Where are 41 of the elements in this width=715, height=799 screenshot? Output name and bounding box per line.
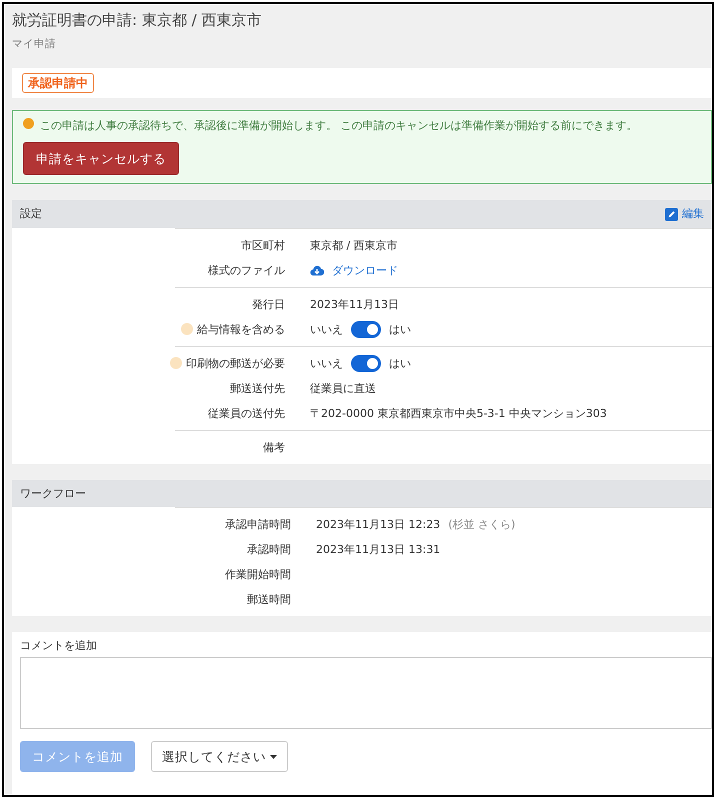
section-title: 設定	[20, 206, 42, 222]
field-value: 2023年11月13日	[310, 296, 399, 312]
toggle-on-label: はい	[389, 322, 411, 337]
toggle-switch[interactable]	[351, 320, 381, 338]
field-label: 印刷物の郵送が必要	[186, 356, 285, 371]
cancel-button[interactable]: 申請をキャンセルする	[23, 142, 179, 176]
field-label: 市区町村	[241, 238, 285, 253]
user-name: (杉並 さくら)	[448, 516, 516, 532]
field-value: 2023年11月13日 13:31	[316, 542, 440, 558]
field-label: 給与情報を含める	[197, 322, 285, 337]
field-value: 東京都 / 西東京市	[310, 238, 398, 253]
field-label: 郵送時間	[247, 592, 291, 608]
select-dropdown[interactable]: 選択してください	[151, 740, 288, 772]
page-title: 就労証明書の申請: 東京都 / 西東京市	[11, 10, 262, 31]
field-label: 郵送送付先	[230, 380, 285, 396]
toggle-switch[interactable]	[351, 354, 381, 372]
cloud-download-icon	[310, 264, 324, 276]
field-label: 備考	[263, 440, 285, 455]
field-label: 従業員の送付先	[208, 406, 285, 421]
section-title: ワークフロー	[20, 486, 86, 502]
toggle-off-label: いいえ	[310, 322, 343, 337]
caret-icon	[270, 754, 277, 759]
field-label: 発行日	[252, 296, 285, 312]
download-link[interactable]: ダウンロード	[310, 262, 398, 278]
alert-message: この申請は人事の承認待ちで、承認後に準備が開始します。 この申請のキャンセルは準備作業が開始する前にできます。	[40, 118, 638, 134]
toggle-on-label: はい	[389, 356, 411, 371]
breadcrumb-link[interactable]: マイ申請	[4, 31, 712, 60]
field-label: 作業開始時間	[225, 566, 291, 582]
comment-field[interactable]	[20, 656, 712, 729]
status-badge: 承認申請中	[22, 72, 94, 94]
info-icon	[23, 118, 34, 130]
comment-label: コメントを追加	[20, 638, 98, 654]
field-label: 様式のファイル	[208, 262, 285, 278]
toggle-off-label: いいえ	[310, 356, 343, 371]
field-value: 従業員に直送	[310, 380, 376, 396]
field-label: 承認時間	[247, 542, 291, 558]
edit-link[interactable]: 編集	[665, 206, 704, 222]
field-value: 2023年11月13日 12:23	[316, 516, 440, 532]
field-value: 〒202-0000 東京都西東京市中央5-3-1 中央マンション303	[310, 406, 607, 421]
edit-icon	[665, 208, 678, 221]
field-label: 承認申請時間	[225, 516, 291, 532]
